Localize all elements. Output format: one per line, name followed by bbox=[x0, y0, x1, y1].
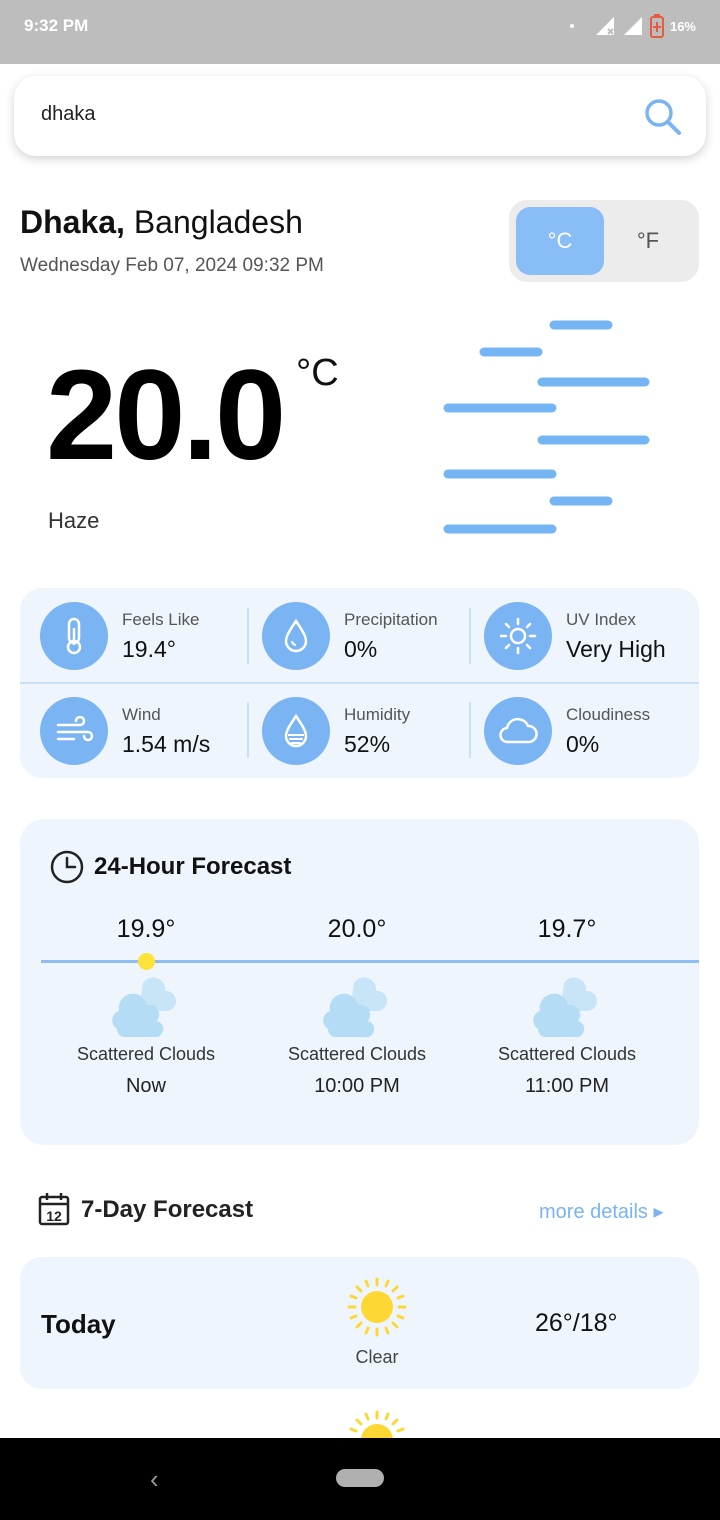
date-time: Wednesday Feb 07, 2024 09:32 PM bbox=[20, 255, 324, 276]
scattered-clouds-icon bbox=[323, 977, 388, 1038]
thermometer-icon bbox=[40, 602, 108, 670]
signal-icon bbox=[623, 17, 642, 35]
fahrenheit-button[interactable]: °F bbox=[604, 207, 692, 275]
signal-no-sim-icon bbox=[595, 17, 614, 35]
temperature-unit: °C bbox=[296, 352, 339, 394]
stat-value: 19.4° bbox=[122, 636, 176, 662]
home-button[interactable] bbox=[336, 1469, 384, 1487]
stat-cloudiness: Cloudiness 0% bbox=[464, 685, 684, 765]
system-nav-bar: ‹ bbox=[0, 1438, 720, 1520]
battery-icon bbox=[649, 14, 664, 38]
stat-value: Very High bbox=[566, 636, 666, 662]
stat-label: Cloudiness bbox=[566, 705, 651, 724]
weather-stats: Feels Like 19.4° Precipitation 0% UV Ind… bbox=[20, 588, 699, 778]
stat-value: 1.54 m/s bbox=[122, 731, 211, 757]
hourly-forecast-card: 24-Hour Forecast 19.9° Scattered Clouds … bbox=[20, 819, 699, 1145]
hourly-item: 19.7° Scattered Clouds 11:00 PM bbox=[462, 915, 672, 1097]
battery-percent: 16% bbox=[669, 18, 696, 34]
stat-uv-index: UV Index Very High bbox=[464, 590, 684, 670]
hourly-temp: 20.0° bbox=[327, 915, 387, 943]
clear-sun-icon bbox=[347, 1277, 407, 1337]
search-input[interactable] bbox=[41, 103, 601, 126]
status-icons: 16% bbox=[569, 14, 696, 38]
hourly-item: 20.0° Scattered Clouds 10:00 PM bbox=[252, 915, 462, 1097]
hourly-time: Now bbox=[125, 1075, 166, 1097]
status-time: 9:32 PM bbox=[24, 16, 89, 35]
daily-day: Today bbox=[41, 1309, 116, 1339]
daily-forecast-title: 7-Day Forecast bbox=[81, 1196, 254, 1223]
country-name: Bangladesh bbox=[133, 204, 303, 240]
hourly-desc: Scattered Clouds bbox=[76, 1044, 216, 1064]
stat-label: UV Index bbox=[566, 610, 636, 629]
haze-icon bbox=[443, 320, 650, 534]
stat-label: Wind bbox=[122, 705, 161, 724]
droplet-icon bbox=[262, 602, 330, 670]
current-temperature: 20.0 bbox=[46, 344, 286, 487]
dot-icon bbox=[569, 24, 574, 28]
stat-humidity: Humidity 52% bbox=[242, 685, 462, 765]
hourly-item: 19.9° Scattered Clouds Now bbox=[41, 915, 251, 1097]
humidity-icon bbox=[262, 697, 330, 765]
stat-label: Precipitation bbox=[344, 610, 438, 629]
search-icon[interactable] bbox=[644, 98, 682, 136]
scattered-clouds-icon bbox=[112, 977, 177, 1038]
hourly-time: 11:00 PM bbox=[524, 1075, 610, 1097]
hourly-forecast-title: 24-Hour Forecast bbox=[94, 853, 292, 880]
daily-item[interactable]: Today Clear 26°/18° bbox=[20, 1257, 699, 1389]
search-bar bbox=[14, 76, 706, 156]
hourly-temp: 19.7° bbox=[537, 915, 597, 943]
stat-precipitation: Precipitation 0% bbox=[242, 590, 462, 670]
location-title: Dhaka, Bangladesh bbox=[20, 204, 303, 241]
sun-icon bbox=[484, 602, 552, 670]
stat-label: Humidity bbox=[344, 705, 411, 724]
clock-icon bbox=[50, 850, 84, 884]
stat-label: Feels Like bbox=[122, 610, 200, 629]
divider bbox=[20, 682, 699, 684]
daily-temp-range: 26°/18° bbox=[535, 1309, 618, 1337]
hourly-desc: Scattered Clouds bbox=[497, 1044, 637, 1064]
current-condition: Haze bbox=[48, 508, 100, 533]
hourly-desc: Scattered Clouds bbox=[287, 1044, 427, 1064]
stat-value: 52% bbox=[344, 731, 391, 757]
stat-feels-like: Feels Like 19.4° bbox=[20, 590, 240, 670]
stat-wind: Wind 1.54 m/s bbox=[20, 685, 240, 765]
calendar-day: 12 bbox=[46, 1208, 62, 1224]
clear-sun-icon bbox=[349, 1410, 405, 1438]
calendar-icon: 12 bbox=[38, 1193, 70, 1226]
hourly-time: 10:00 PM bbox=[314, 1075, 400, 1097]
status-bar: 9:32 PM 16% bbox=[0, 0, 720, 64]
scattered-clouds-icon bbox=[533, 977, 598, 1038]
more-details-link[interactable]: more details ▸ bbox=[539, 1199, 664, 1224]
cloud-icon bbox=[484, 697, 552, 765]
unit-toggle: °C °F bbox=[509, 200, 699, 282]
back-icon[interactable]: ‹ bbox=[150, 1464, 159, 1495]
stat-value: 0% bbox=[566, 731, 600, 757]
daily-condition: Clear bbox=[355, 1347, 399, 1367]
hourly-temp: 19.9° bbox=[116, 915, 176, 943]
city-name: Dhaka, bbox=[20, 204, 125, 240]
wind-icon bbox=[40, 697, 108, 765]
celsius-button[interactable]: °C bbox=[516, 207, 604, 275]
current-time-marker bbox=[138, 953, 155, 970]
stat-value: 0% bbox=[344, 636, 378, 662]
